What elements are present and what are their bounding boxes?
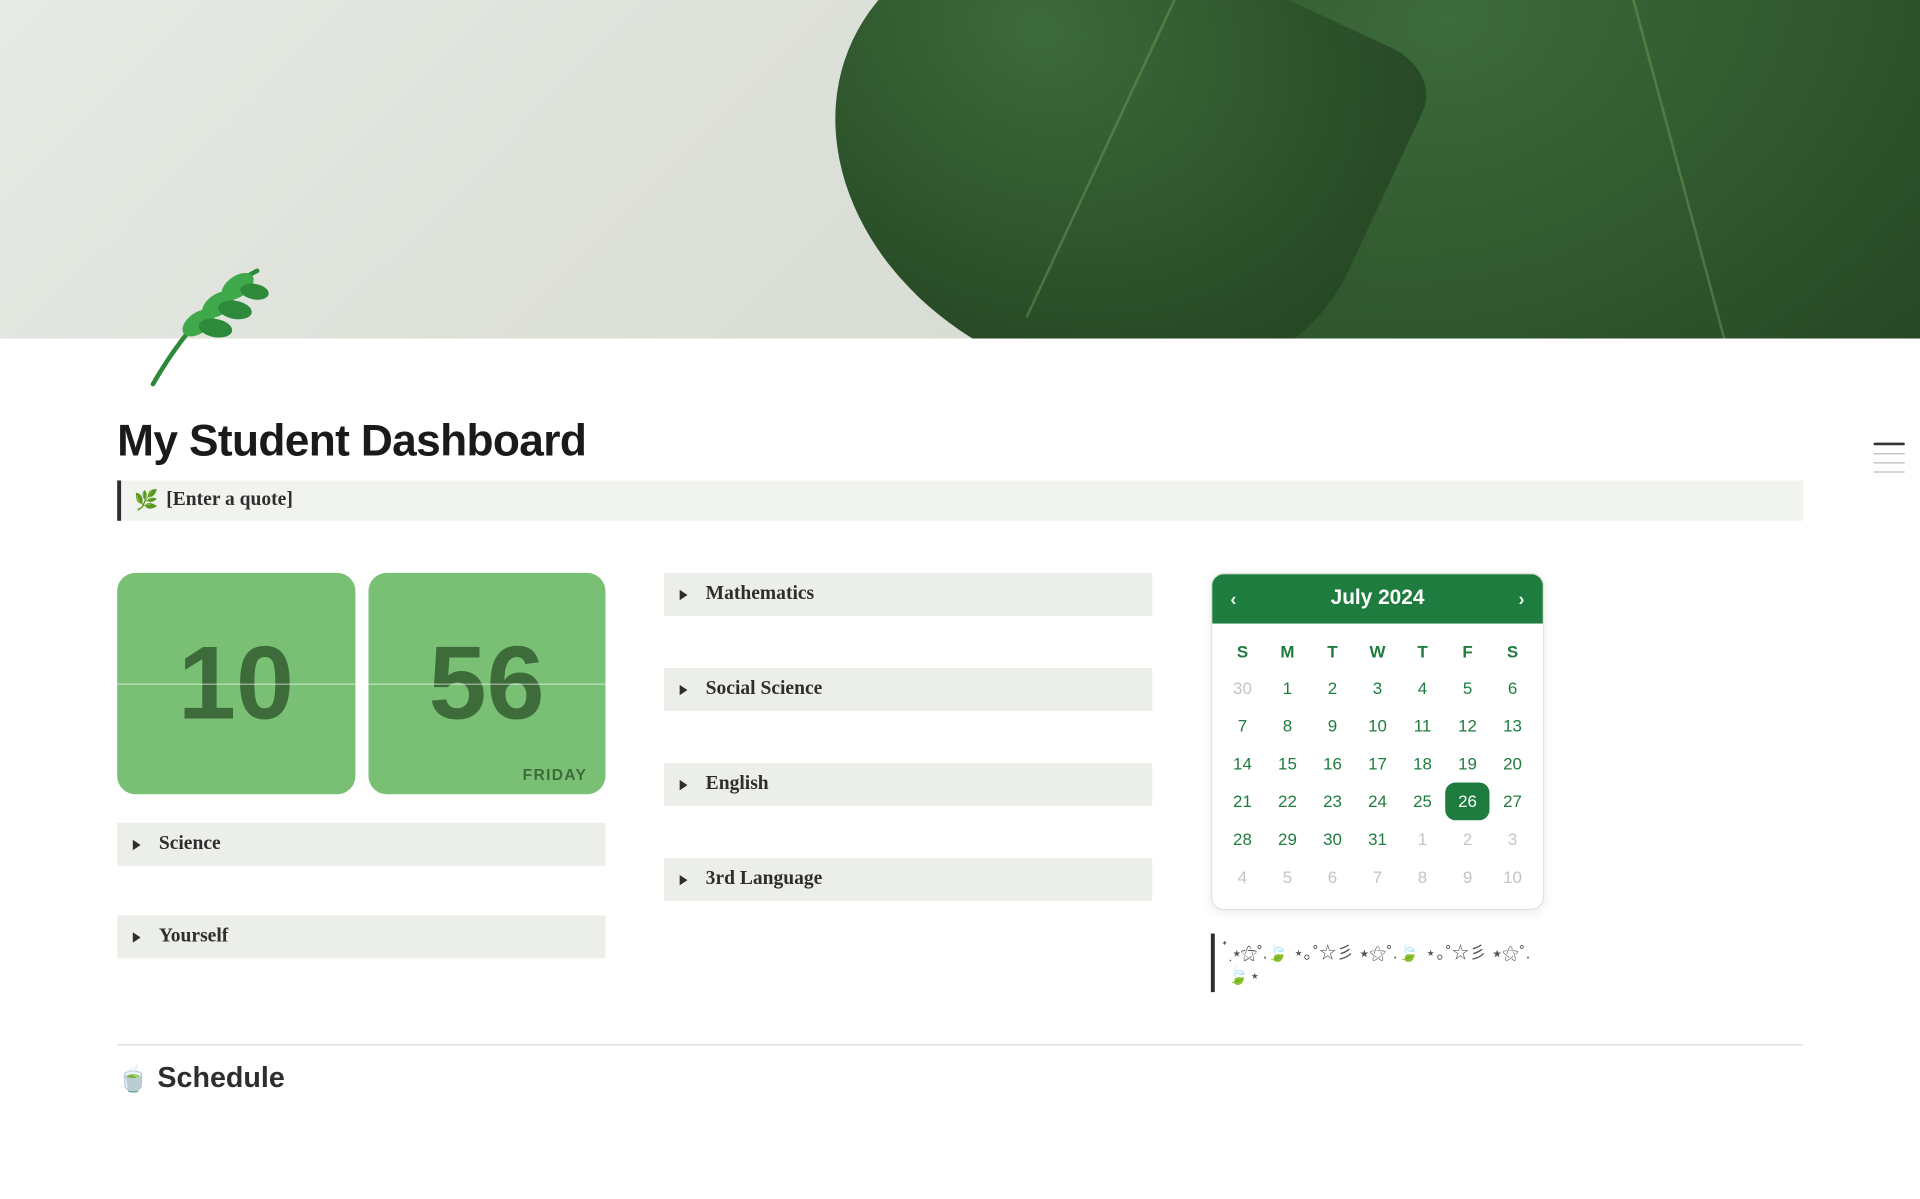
page-title[interactable]: My Student Dashboard — [117, 417, 1803, 468]
toggle-3rd-language[interactable]: 3rd Language — [664, 858, 1152, 901]
calendar-day[interactable]: 1 — [1265, 669, 1310, 707]
quote-text: [Enter a quote] — [166, 490, 293, 512]
calendar-day[interactable]: 6 — [1310, 858, 1355, 896]
triangle-icon — [680, 684, 688, 694]
leaf-icon: 🌿 — [134, 488, 158, 513]
triangle-icon — [680, 779, 688, 789]
calendar-day[interactable]: 2 — [1445, 820, 1490, 858]
calendar-day[interactable]: 30 — [1310, 820, 1355, 858]
calendar-dow: W — [1355, 634, 1400, 669]
calendar-day[interactable]: 8 — [1400, 858, 1445, 896]
calendar-day[interactable]: 11 — [1400, 707, 1445, 745]
toggle-yourself[interactable]: Yourself — [117, 915, 605, 958]
toggle-label: English — [706, 773, 769, 795]
calendar-day[interactable]: 16 — [1310, 745, 1355, 783]
calendar-day[interactable]: 14 — [1220, 745, 1265, 783]
calendar-day[interactable]: 10 — [1355, 707, 1400, 745]
calendar-title: July 2024 — [1331, 587, 1425, 610]
calendar-day[interactable]: 29 — [1265, 820, 1310, 858]
decoration-strip: ๋࣭ ⭑⚝˚.🍃 ⋆｡˚☆彡 ⭑⚝˚.🍃 ⋆｡˚☆彡 ⭑⚝˚.🍃⋆ — [1211, 934, 1550, 993]
cover-image — [0, 0, 1920, 339]
toggle-english[interactable]: English — [664, 763, 1152, 806]
calendar-day[interactable]: 12 — [1445, 707, 1490, 745]
toggle-label: Science — [159, 833, 221, 855]
triangle-icon — [680, 589, 688, 599]
calendar-prev-button[interactable]: ‹ — [1230, 589, 1236, 610]
calendar-widget: ‹ July 2024 › SMTWTFS3012345678910111213… — [1211, 573, 1544, 910]
schedule-title: Schedule — [157, 1061, 284, 1095]
calendar-day[interactable]: 21 — [1220, 783, 1265, 821]
quote-block[interactable]: 🌿 [Enter a quote] — [117, 480, 1803, 520]
calendar-day[interactable]: 19 — [1445, 745, 1490, 783]
calendar-dow: F — [1445, 634, 1490, 669]
clock-widget: 10 56 FRIDAY — [117, 573, 605, 794]
clock-minute-card: 56 FRIDAY — [368, 573, 606, 794]
floating-outline-button[interactable] — [1874, 443, 1905, 473]
calendar-day[interactable]: 31 — [1355, 820, 1400, 858]
toggle-mathematics[interactable]: Mathematics — [664, 573, 1152, 616]
calendar-day[interactable]: 22 — [1265, 783, 1310, 821]
clock-minute: 56 — [429, 631, 545, 735]
divider — [117, 1044, 1803, 1045]
clock-hour: 10 — [178, 631, 294, 735]
calendar-day[interactable]: 2 — [1310, 669, 1355, 707]
calendar-dow: T — [1310, 634, 1355, 669]
tea-icon: 🍵 — [117, 1062, 149, 1095]
calendar-day[interactable]: 1 — [1400, 820, 1445, 858]
toggle-science[interactable]: Science — [117, 823, 605, 866]
calendar-day[interactable]: 3 — [1490, 820, 1535, 858]
calendar-day[interactable]: 27 — [1490, 783, 1535, 821]
calendar-day[interactable]: 28 — [1220, 820, 1265, 858]
calendar-day[interactable]: 4 — [1400, 669, 1445, 707]
calendar-day[interactable]: 23 — [1310, 783, 1355, 821]
calendar-day[interactable]: 4 — [1220, 858, 1265, 896]
toggle-label: Social Science — [706, 678, 823, 700]
clock-hour-card: 10 — [117, 573, 355, 794]
calendar-day[interactable]: 8 — [1265, 707, 1310, 745]
calendar-day[interactable]: 18 — [1400, 745, 1445, 783]
page-icon[interactable] — [137, 260, 274, 390]
calendar-day[interactable]: 26 — [1445, 783, 1490, 821]
calendar-dow: T — [1400, 634, 1445, 669]
triangle-icon — [133, 839, 141, 849]
calendar-day[interactable]: 9 — [1310, 707, 1355, 745]
clock-day: FRIDAY — [523, 766, 588, 784]
toggle-social-science[interactable]: Social Science — [664, 668, 1152, 711]
toggle-label: Yourself — [159, 926, 228, 948]
calendar-day[interactable]: 5 — [1445, 669, 1490, 707]
calendar-dow: S — [1490, 634, 1535, 669]
calendar-day[interactable]: 7 — [1355, 858, 1400, 896]
calendar-day[interactable]: 24 — [1355, 783, 1400, 821]
calendar-day[interactable]: 17 — [1355, 745, 1400, 783]
toggle-label: 3rd Language — [706, 868, 823, 890]
calendar-day[interactable]: 10 — [1490, 858, 1535, 896]
triangle-icon — [133, 932, 141, 942]
calendar-dow: M — [1265, 634, 1310, 669]
triangle-icon — [680, 874, 688, 884]
calendar-day[interactable]: 15 — [1265, 745, 1310, 783]
calendar-day[interactable]: 9 — [1445, 858, 1490, 896]
calendar-dow: S — [1220, 634, 1265, 669]
schedule-heading[interactable]: 🍵 Schedule — [117, 1061, 1803, 1095]
calendar-day[interactable]: 20 — [1490, 745, 1535, 783]
calendar-day[interactable]: 30 — [1220, 669, 1265, 707]
calendar-day[interactable]: 13 — [1490, 707, 1535, 745]
calendar-day[interactable]: 25 — [1400, 783, 1445, 821]
toggle-label: Mathematics — [706, 583, 814, 605]
calendar-day[interactable]: 5 — [1265, 858, 1310, 896]
calendar-day[interactable]: 3 — [1355, 669, 1400, 707]
calendar-next-button[interactable]: › — [1519, 589, 1525, 610]
calendar-day[interactable]: 7 — [1220, 707, 1265, 745]
calendar-day[interactable]: 6 — [1490, 669, 1535, 707]
